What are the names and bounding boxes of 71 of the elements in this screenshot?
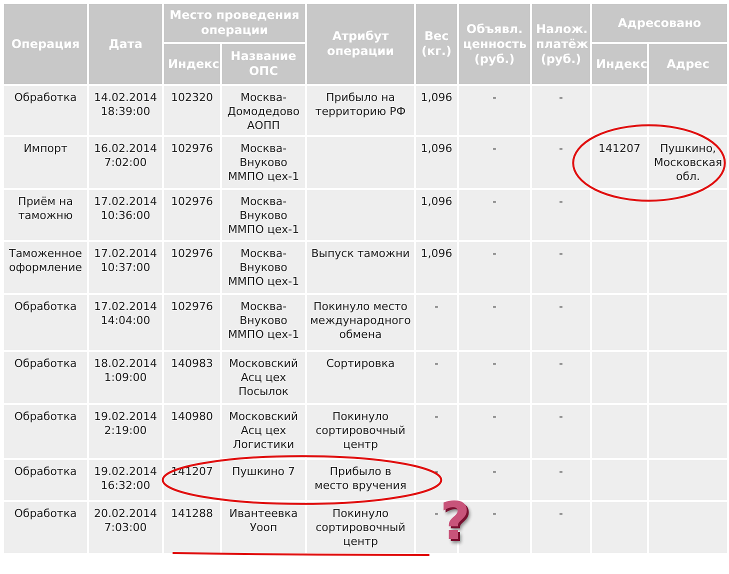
table-cell: Московский Асц цех Логистики — [228, 410, 298, 451]
table-cell: Ивантеевка Уооп — [229, 507, 298, 534]
table-cell: 1,096 — [420, 195, 452, 208]
table-cell: Прибыло в место вручения — [314, 465, 406, 492]
table-cell: Обработка — [14, 507, 77, 520]
table-cell: - — [559, 410, 563, 423]
table-cell: Москва- Домодедово АОПП — [227, 91, 300, 132]
table-cell: - — [559, 507, 563, 520]
table-cell: 140983 — [171, 357, 213, 370]
table-cell: Импорт — [24, 142, 68, 155]
table-cell: 20.02.2014 7:03:00 — [94, 507, 157, 534]
table-cell: Обработка — [14, 300, 77, 313]
table-cell: Приём на таможню — [18, 195, 73, 222]
table-cell: - — [559, 195, 563, 208]
table-cell: 1,096 — [420, 247, 452, 260]
table-cell: Обработка — [14, 91, 77, 104]
table-cell: 102976 — [171, 300, 213, 313]
table-cell: 1,096 — [420, 142, 452, 155]
table-cell: - — [434, 507, 438, 520]
table-cell: 1,096 — [420, 91, 452, 104]
table-cell: Покинуло место международного обмена — [310, 300, 411, 341]
table-cell: 17.02.2014 14:04:00 — [94, 300, 157, 327]
table-cell: 17.02.2014 10:36:00 — [94, 195, 157, 222]
table-cell: - — [492, 300, 496, 313]
table-cell: 102976 — [171, 247, 213, 260]
table-cell: Выпуск таможни — [311, 247, 410, 260]
table-cell: Сортировка — [326, 357, 395, 370]
table-cell: - — [492, 357, 496, 370]
question-mark: ? — [440, 494, 472, 550]
table-cell: 102976 — [171, 142, 213, 155]
table-cell: - — [492, 195, 496, 208]
table-cell: Обработка — [14, 465, 77, 478]
table-cell: Москва- Внуково ММПО цех-1 — [228, 142, 300, 183]
table-cell: - — [434, 300, 438, 313]
table-cell: - — [492, 507, 496, 520]
table-cell: Обработка — [14, 410, 77, 423]
table-cell: 141207 — [598, 142, 641, 155]
table-cell: - — [492, 410, 496, 423]
table-cell: - — [434, 357, 438, 370]
table-cell: 141288 — [171, 507, 213, 520]
table-cell: 14.02.2014 18:39:00 — [94, 91, 157, 118]
table-cell: 17.02.2014 10:37:00 — [94, 247, 157, 274]
table-cell: Пушкино 7 — [232, 465, 296, 478]
table-cell: - — [434, 410, 438, 423]
table-cell: Покинуло сортировочный центр — [316, 507, 406, 548]
table-cell: Московский Асц цех Посылок — [228, 357, 298, 398]
table-cell: Таможенное оформление — [8, 247, 82, 274]
table-cell: Пушкино, Московская обл. — [654, 142, 722, 183]
table-cell: - — [492, 465, 496, 478]
table-cell: Прибыло на территорию РФ — [315, 91, 406, 118]
table-cell: Москва- Внуково ММПО цех-1 — [228, 247, 300, 288]
table-cell: - — [559, 142, 563, 155]
table-cell: 102320 — [171, 91, 213, 104]
table-cell: - — [492, 247, 496, 260]
table-cell: - — [559, 91, 563, 104]
table-cell: Москва- Внуково ММПО цех-1 — [228, 195, 300, 236]
table-cell: 19.02.2014 16:32:00 — [94, 465, 157, 492]
table-cell: 19.02.2014 2:19:00 — [94, 410, 157, 437]
table-cell: Обработка — [14, 357, 77, 370]
table-cell: - — [559, 247, 563, 260]
table-cell: 16.02.2014 7:02:00 — [94, 142, 157, 169]
table-cell: 102976 — [171, 195, 213, 208]
table-cell: Покинуло сортировочный центр — [316, 410, 406, 451]
table-cell: - — [559, 357, 563, 370]
table-cell: 18.02.2014 1:09:00 — [94, 357, 157, 384]
table-cell: - — [492, 91, 496, 104]
table-cell: Москва- Внуково ММПО цех-1 — [228, 300, 300, 341]
table-cell: - — [559, 465, 563, 478]
table-cell: 140980 — [171, 410, 213, 423]
table-cell: - — [492, 142, 496, 155]
table-cell: - — [559, 300, 563, 313]
